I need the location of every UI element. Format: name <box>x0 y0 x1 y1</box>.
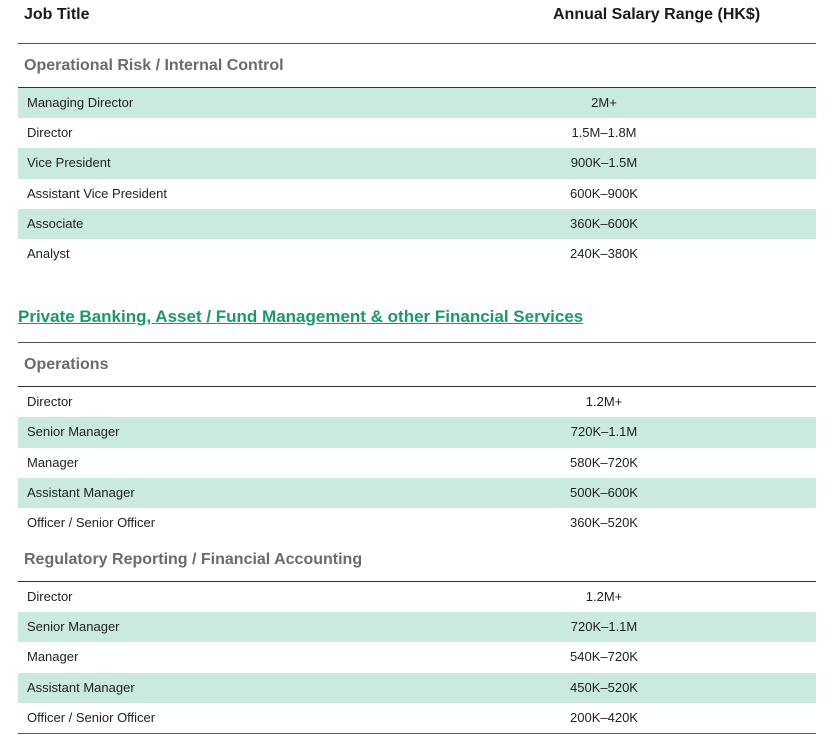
table-row: Associate 360K–600K <box>18 208 816 239</box>
job-title-cell: Manager <box>27 649 79 665</box>
salary-cell: 450K–520K <box>570 679 638 695</box>
job-title-cell: Senior Manager <box>27 619 120 635</box>
job-title-cell: Associate <box>27 215 84 231</box>
table-row: Director 1.2M+ <box>18 387 816 417</box>
table-header: Job Title Annual Salary Range (HK$) <box>18 0 816 44</box>
salary-cell: 500K–600K <box>570 484 638 500</box>
salary-cell: 240K–380K <box>570 245 638 261</box>
group-regulatory-reporting: Regulatory Reporting / Financial Account… <box>18 538 816 734</box>
table-row: Manager 540K–720K <box>18 642 816 672</box>
table-row: Officer / Senior Officer 200K–420K <box>18 703 816 733</box>
salary-cell: 200K–420K <box>570 709 638 725</box>
table-row: Manager 580K–720K <box>18 448 816 478</box>
salary-cell: 600K–900K <box>570 185 638 201</box>
job-title-cell: Assistant Vice President <box>27 185 167 201</box>
job-title-cell: Senior Manager <box>27 424 120 440</box>
table-row: Assistant Vice President 600K–900K <box>18 179 816 209</box>
job-title-cell: Officer / Senior Officer <box>27 514 156 530</box>
job-title-cell: Director <box>27 125 73 141</box>
group-operations: Operations Director 1.2M+ Senior Manager… <box>18 343 816 538</box>
salary-cell: 720K–1.1M <box>570 424 638 440</box>
section-heading: Private Banking, Asset / Fund Management… <box>18 269 816 344</box>
table-row: Assistant Manager 500K–600K <box>18 477 816 508</box>
salary-cell: 540K–720K <box>570 649 638 665</box>
job-title-cell: Officer / Senior Officer <box>27 709 156 725</box>
salary-cell: 580K–720K <box>570 454 638 470</box>
group-title: Regulatory Reporting / Financial Account… <box>18 538 816 583</box>
job-title-cell: Director <box>27 394 73 410</box>
group-operational-risk: Operational Risk / Internal Control Mana… <box>18 44 816 269</box>
table-row: Vice President 900K–1.5M <box>18 148 816 179</box>
table-row: Director 1.5M–1.8M <box>18 118 816 148</box>
header-salary-range: Annual Salary Range (HK$) <box>553 6 761 23</box>
job-title-cell: Vice President <box>27 155 111 171</box>
group-title: Operations <box>18 343 816 388</box>
job-title-cell: Assistant Manager <box>27 679 135 695</box>
job-title-cell: Assistant Manager <box>27 484 135 500</box>
group-title: Operational Risk / Internal Control <box>18 44 816 88</box>
salary-cell: 360K–520K <box>570 514 638 530</box>
table-row: Director 1.2M+ <box>18 582 816 612</box>
salary-cell: 1.2M+ <box>585 589 623 605</box>
table-row: Managing Director 2M+ <box>18 88 816 119</box>
header-job-title: Job Title <box>24 6 90 23</box>
salary-cell: 900K–1.5M <box>570 155 638 171</box>
table-row: Assistant Manager 450K–520K <box>18 672 816 703</box>
salary-cell: 2M+ <box>591 95 617 110</box>
job-title-cell: Manager <box>27 454 79 470</box>
salary-table: Job Title Annual Salary Range (HK$) Oper… <box>18 0 816 734</box>
job-title-cell: Director <box>27 589 73 605</box>
section-heading-link[interactable]: Private Banking, Asset / Fund Management… <box>18 292 583 342</box>
table-row: Officer / Senior Officer 360K–520K <box>18 508 816 538</box>
salary-cell: 360K–600K <box>570 215 638 231</box>
job-title-cell: Analyst <box>27 245 70 261</box>
table-row: Senior Manager 720K–1.1M <box>18 417 816 448</box>
salary-cell: 1.5M–1.8M <box>571 125 637 141</box>
salary-cell: 1.2M+ <box>585 394 623 410</box>
table-row: Analyst 240K–380K <box>18 239 816 269</box>
table-row: Senior Manager 720K–1.1M <box>18 612 816 643</box>
salary-cell: 720K–1.1M <box>570 619 638 635</box>
job-title-cell: Managing Director <box>27 95 134 110</box>
